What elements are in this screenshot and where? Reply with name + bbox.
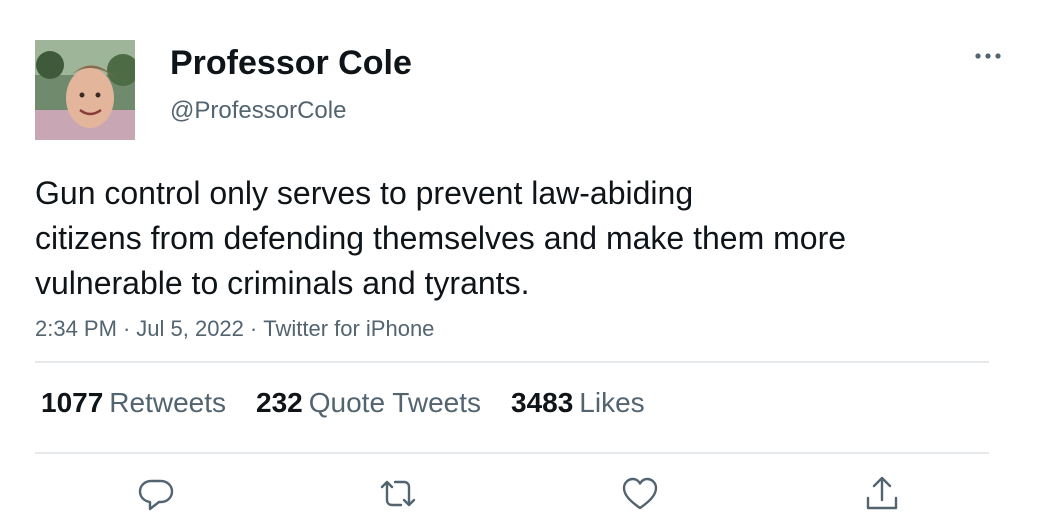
tweet-date[interactable]: Jul 5, 2022 [136, 316, 244, 341]
retweet-icon [380, 480, 416, 507]
retweets-label: Retweets [109, 387, 227, 418]
likes-label: Likes [579, 387, 645, 418]
separator: · [122, 316, 131, 341]
quote-tweets-label: Quote Tweets [308, 387, 481, 418]
divider [35, 452, 989, 454]
more-options-button[interactable] [970, 42, 1006, 70]
likes-stat[interactable]: 3483 Likes [511, 387, 645, 419]
tweet-metadata: 2:34 PM · Jul 5, 2022 · Twitter for iPhone [35, 316, 434, 342]
retweets-count: 1077 [41, 387, 104, 418]
share-icon [866, 476, 898, 510]
author-display-name[interactable]: Professor Cole [170, 44, 412, 83]
tweet-text-line: Gun control only serves to prevent law-a… [35, 175, 694, 211]
like-button[interactable] [618, 472, 662, 516]
likes-count: 3483 [511, 387, 574, 418]
tweet-source[interactable]: Twitter for iPhone [263, 316, 434, 341]
retweet-button[interactable] [376, 472, 420, 516]
tweet-card: Professor Cole @ProfessorCole Gun contro… [0, 0, 1050, 525]
share-button[interactable] [860, 472, 904, 516]
more-icon [975, 53, 1001, 59]
tweet-stats: 1077 Retweets 232 Quote Tweets 3483 Likes [41, 387, 645, 419]
quote-tweets-count: 232 [256, 387, 303, 418]
reply-icon [138, 479, 174, 511]
divider [35, 361, 989, 363]
tweet-text: Gun control only serves to prevent law-a… [35, 171, 995, 306]
action-bar [0, 472, 1050, 520]
avatar[interactable] [35, 40, 135, 140]
reply-button[interactable] [134, 472, 178, 516]
heart-icon [622, 477, 658, 510]
profile-photo-icon [35, 40, 135, 140]
retweets-stat[interactable]: 1077 Retweets [41, 387, 226, 419]
tweet-time[interactable]: 2:34 PM [35, 316, 117, 341]
author-handle[interactable]: @ProfessorCole [170, 97, 346, 125]
separator: · [249, 316, 258, 341]
quote-tweets-stat[interactable]: 232 Quote Tweets [256, 387, 481, 419]
tweet-text-line: citizens from defending themselves and m… [35, 220, 847, 256]
tweet-text-line: vulnerable to criminals and tyrants. [35, 265, 530, 301]
